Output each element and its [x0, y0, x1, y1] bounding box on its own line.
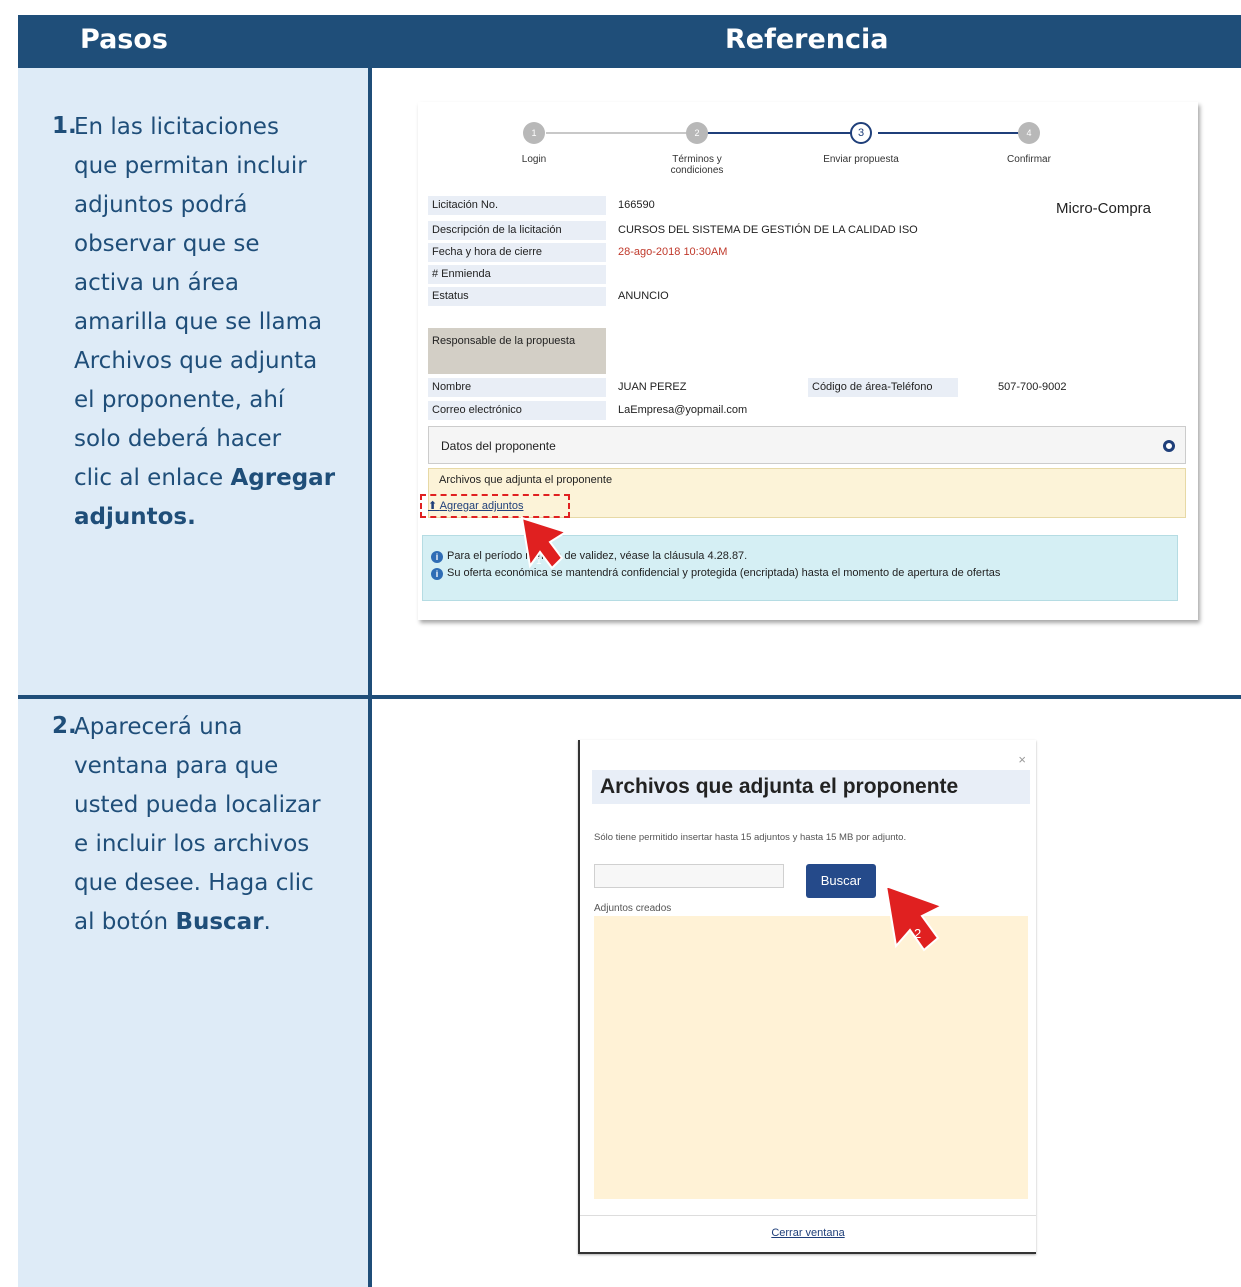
datos-proponente-section[interactable]: Datos del proponente	[428, 426, 1186, 464]
step-2-text-post: .	[263, 909, 271, 935]
field-label: Correo electrónico	[428, 401, 606, 420]
wizard-step-1[interactable]: 1	[523, 122, 545, 144]
info-text: Para el período mínimo de validez, véase…	[447, 550, 748, 562]
field-value: 166590	[618, 199, 655, 211]
field-value: 507-700-9002	[998, 381, 1067, 393]
field-label: Nombre	[428, 378, 606, 397]
adjuntos-area	[594, 916, 1028, 1199]
step-2-line: e incluir los archivos	[74, 831, 310, 857]
step-2-line: Aparecerá una	[74, 714, 243, 740]
field-value: LaEmpresa@yopmail.com	[618, 404, 748, 416]
modal-footer-divider	[580, 1215, 1036, 1216]
field-value: ANUNCIO	[618, 290, 669, 302]
step-1-line: activa un área	[74, 270, 239, 296]
field-value: CURSOS DEL SISTEMA DE GESTIÓN DE LA CALI…	[618, 224, 918, 236]
responsable-heading: Responsable de la propuesta	[428, 328, 606, 374]
upload-icon: ⬆	[428, 500, 440, 512]
header-pasos: Pasos	[80, 24, 168, 55]
cursor-badge: 2	[914, 926, 921, 941]
field-label: Fecha y hora de cierre	[428, 243, 606, 262]
field-value-deadline: 28-ago-2018 10:30AM	[618, 246, 728, 258]
archivos-label: Archivos que adjunta el proponente	[439, 474, 613, 486]
wizard-label-enviar: Enviar propuesta	[823, 154, 899, 165]
datos-proponente-label: Datos del proponente	[441, 439, 556, 453]
agregar-adjuntos-label: Agregar adjuntos	[439, 500, 524, 512]
red-cursor-icon: 2	[884, 884, 945, 952]
adjuntos-label: Adjuntos creados	[594, 903, 672, 914]
row-divider	[18, 695, 1241, 699]
wizard-connector	[546, 132, 696, 134]
wizard-label-confirmar: Confirmar	[1007, 154, 1051, 165]
wizard-label-login: Login	[521, 154, 547, 165]
step-1-line: adjuntos.	[74, 498, 335, 537]
cerrar-ventana-link[interactable]: Cerrar ventana	[580, 1227, 1036, 1239]
step-2-line: usted pueda localizar	[74, 792, 321, 818]
step-1-line: observar que se	[74, 231, 260, 257]
step-1-line: solo deberá hacer	[74, 426, 282, 452]
column-divider	[368, 68, 372, 1287]
step-1-line: que permitan incluir	[74, 153, 307, 179]
wizard-step-4[interactable]: 4	[1018, 122, 1040, 144]
file-input[interactable]	[594, 864, 784, 888]
field-label: Licitación No.	[428, 196, 606, 215]
step-1-line: adjuntos podrá	[74, 192, 248, 218]
red-cursor-icon: 1	[520, 516, 569, 570]
procurement-type: Micro-Compra	[1056, 200, 1152, 217]
step-1-line: el proponente, ahí	[74, 387, 285, 413]
info-icon: i	[431, 568, 443, 580]
table-header	[18, 15, 1241, 68]
wizard-step-3[interactable]: 3	[850, 122, 872, 144]
step-1-text-pre: clic al enlace	[74, 465, 231, 491]
info-icon: i	[431, 551, 443, 563]
step-1-bold: adjuntos.	[74, 504, 196, 530]
step-2-line: ventana para que	[74, 753, 279, 779]
screenshot-attachments-modal: × Archivos que adjunta el proponente Sól…	[578, 740, 1036, 1254]
wizard-connector	[878, 132, 1028, 134]
field-label: Descripción de la licitación	[428, 221, 606, 240]
field-value: JUAN PEREZ	[618, 381, 687, 393]
field-label: Código de área-Teléfono	[808, 378, 958, 397]
step-2-text-pre: al botón	[74, 909, 176, 935]
cursor-badge: 1	[536, 556, 542, 567]
step-2-line: al botón Buscar.	[74, 903, 321, 942]
wizard-step-2[interactable]: 2	[686, 122, 708, 144]
modal-note: Sólo tiene permitido insertar hasta 15 a…	[594, 832, 907, 843]
field-label: Estatus	[428, 287, 606, 306]
wizard-label-terminos: Términos y condiciones	[670, 154, 724, 176]
step-1-line: En las licitaciones	[74, 114, 279, 140]
header-referencia: Referencia	[725, 24, 889, 55]
step-2-text: Aparecerá una ventana para que usted pue…	[74, 708, 321, 942]
step-1-text: En las licitaciones que permitan incluir…	[74, 108, 335, 537]
step-1-bold: Agregar	[230, 465, 336, 491]
wizard-connector	[706, 132, 866, 134]
screenshot-proposal-form: 1 2 3 4 Login Términos y condiciones Env…	[418, 102, 1198, 620]
field-label: # Enmienda	[428, 265, 606, 284]
step-1-line: amarilla que se llama	[74, 309, 323, 335]
step-1-line: clic al enlace Agregar	[74, 459, 335, 498]
buscar-button[interactable]: Buscar	[806, 864, 876, 898]
modal-title: Archivos que adjunta el proponente	[592, 770, 1030, 804]
step-1-line: Archivos que adjunta	[74, 348, 318, 374]
step-2-bold: Buscar	[175, 909, 264, 935]
step-2-line: que desee. Haga clic	[74, 870, 314, 896]
close-icon[interactable]: ×	[1018, 752, 1026, 767]
expand-circle-icon[interactable]	[1163, 440, 1175, 452]
